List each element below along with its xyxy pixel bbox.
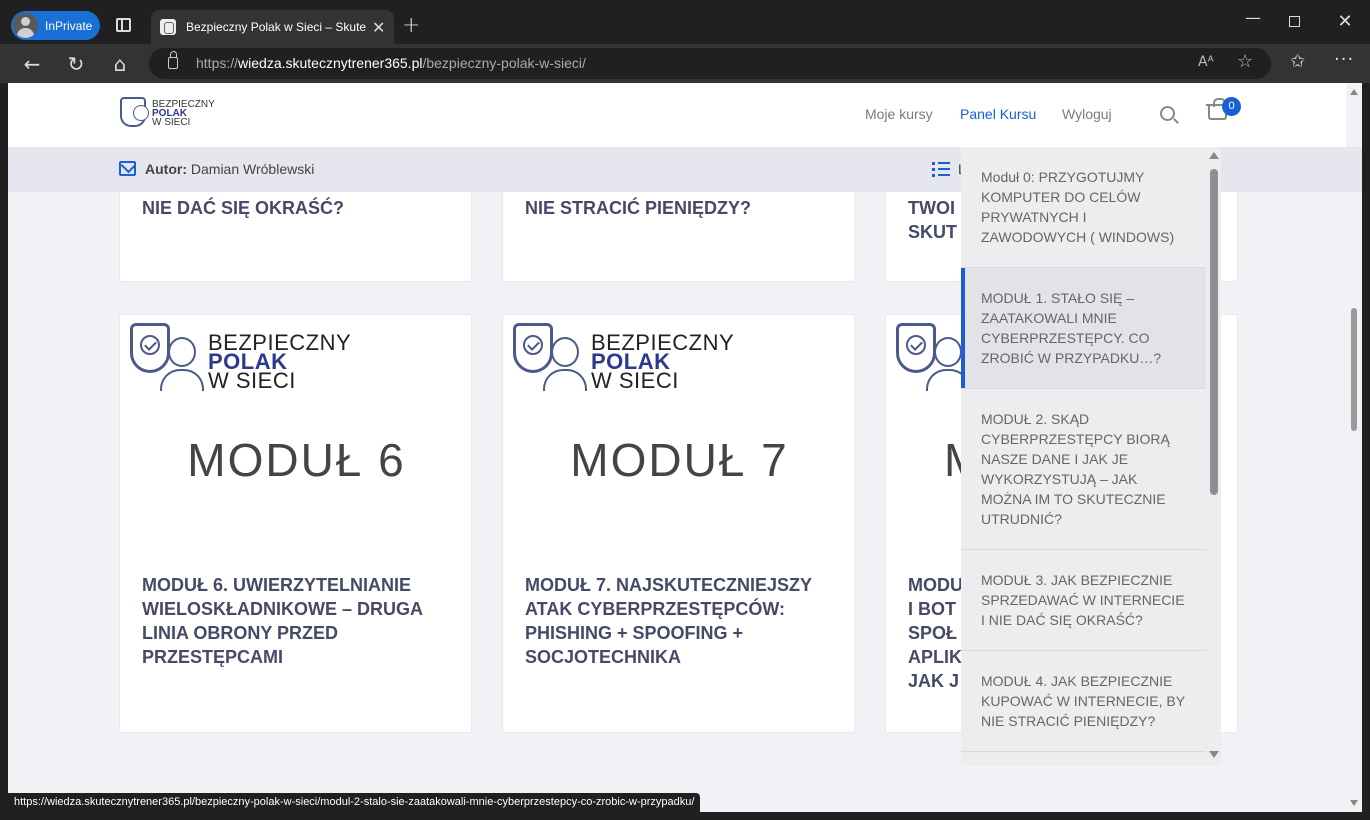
logo-line3: W SIECI bbox=[152, 116, 191, 128]
address-bar[interactable]: https://wiedza.skutecznytrener365.pl/bez… bbox=[149, 48, 1271, 79]
favorites-icon[interactable]: ✩ bbox=[1290, 51, 1305, 72]
page-viewport: BEZPIECZNY POLAK W SIECI Moje kursy Pane… bbox=[8, 83, 1362, 812]
thumbnail-logo: BEZPIECZNY POLAK W SIECI bbox=[513, 323, 734, 392]
card-title[interactable]: MODUŁ 6. UWIERZYTELNIANIE WIELOSKŁADNIKO… bbox=[142, 573, 457, 669]
address-url[interactable]: https://wiedza.skutecznytrener365.pl/bez… bbox=[196, 55, 586, 71]
inprivate-label: InPrivate bbox=[45, 18, 93, 33]
page-scroll-thumb[interactable] bbox=[1351, 308, 1357, 431]
browser-toolbar: ← ↻ ⌂ https://wiedza.skutecznytrener365.… bbox=[0, 44, 1370, 83]
card-title: TWOI SKUT bbox=[908, 198, 957, 242]
read-aloud-icon[interactable]: Aᴬ bbox=[1198, 54, 1214, 70]
module-thumbnail[interactable]: BEZPIECZNY POLAK W SIECI MODUŁ 7 bbox=[503, 315, 854, 544]
tab-favicon-icon bbox=[160, 19, 176, 35]
modules-list: Moduł 0: PRZYGOTUJMY KOMPUTER DO CELÓW P… bbox=[961, 147, 1206, 766]
card-title: NIE DAĆ SIĘ OKRAŚĆ? bbox=[142, 198, 345, 218]
back-icon[interactable]: ← bbox=[20, 52, 44, 76]
minimize-icon[interactable]: — bbox=[1243, 8, 1263, 27]
dropdown-scroll-thumb[interactable] bbox=[1210, 169, 1218, 495]
home-icon[interactable]: ⌂ bbox=[108, 52, 132, 76]
dropdown-module-item[interactable]: MODUŁ 2. SKĄD CYBERPRZESTĘPCY BIORĄ NASZ… bbox=[961, 389, 1206, 550]
search-icon[interactable] bbox=[1160, 106, 1175, 121]
site-header: BEZPIECZNY POLAK W SIECI Moje kursy Pane… bbox=[8, 83, 1362, 147]
dropdown-scrollbar[interactable] bbox=[1206, 147, 1221, 766]
lock-icon[interactable] bbox=[168, 51, 178, 69]
tab-actions-icon[interactable] bbox=[116, 18, 131, 32]
status-url-bar: https://wiedza.skutecznytrener365.pl/bez… bbox=[8, 793, 701, 813]
menu-moje-kursy[interactable]: Moje kursy bbox=[865, 106, 933, 122]
tab-close-icon[interactable]: ✕ bbox=[372, 18, 385, 37]
browser-titlebar: InPrivate Bezpieczny Polak w Sieci – Sku… bbox=[0, 0, 1370, 44]
page-scrollbar[interactable] bbox=[1346, 83, 1362, 812]
inprivate-badge[interactable]: InPrivate bbox=[11, 11, 100, 40]
card-title[interactable]: MODU I BOT SPOŁ APLIK JAK J bbox=[908, 573, 968, 693]
logo-shield-icon bbox=[120, 97, 149, 129]
module-card-6[interactable]: BEZPIECZNY POLAK W SIECI MODUŁ 6 MODUŁ 6. … bbox=[119, 314, 472, 733]
new-tab-icon[interactable]: + bbox=[402, 13, 420, 38]
site-logo[interactable]: BEZPIECZNY POLAK W SIECI bbox=[120, 97, 215, 129]
thumbnail-module-label: MODUŁ 7 bbox=[570, 434, 789, 486]
shield-person-icon bbox=[130, 323, 204, 391]
thumbnail-module-label: MODUŁ 6 bbox=[187, 434, 406, 486]
profile-avatar-icon bbox=[13, 13, 38, 38]
dropdown-module-item[interactable]: Moduł 0: PRZYGOTUJMY KOMPUTER DO CELÓW P… bbox=[961, 147, 1206, 268]
cart-count-badge: 0 bbox=[1222, 97, 1241, 116]
shield-person-icon bbox=[896, 323, 970, 391]
dropdown-module-item[interactable]: MODUŁ 3. JAK BEZPIECZNIE SPRZEDAWAĆ W IN… bbox=[961, 550, 1206, 651]
module-card-7[interactable]: BEZPIECZNY POLAK W SIECI MODUŁ 7 MODUŁ 7. … bbox=[502, 314, 855, 733]
course-modules-dropdown: Moduł 0: PRZYGOTUJMY KOMPUTER DO CELÓW P… bbox=[961, 147, 1221, 766]
dropdown-module-item[interactable]: MODUŁ 1. STAŁO SIĘ – ZAATAKOWALI MNIE CY… bbox=[961, 268, 1206, 389]
scroll-up-icon[interactable] bbox=[1350, 89, 1358, 95]
card-title[interactable]: MODUŁ 7. NAJSKUTECZNIEJSZY ATAK CYBERPRZ… bbox=[525, 573, 840, 669]
more-icon[interactable]: ··· bbox=[1334, 49, 1354, 70]
scroll-up-icon[interactable] bbox=[1209, 152, 1219, 159]
mail-icon bbox=[119, 161, 136, 176]
module-thumbnail[interactable]: BEZPIECZNY POLAK W SIECI MODUŁ 6 bbox=[120, 315, 471, 544]
author-text: Autor: Damian Wróblewski bbox=[145, 161, 315, 177]
menu-wyloguj[interactable]: Wyloguj bbox=[1062, 106, 1112, 122]
menu-panel-kursu[interactable]: Panel Kursu bbox=[960, 106, 1036, 122]
scroll-down-icon[interactable] bbox=[1209, 751, 1219, 758]
shield-person-icon bbox=[513, 323, 587, 391]
thumbnail-logo: BEZPIECZNY POLAK W SIECI bbox=[130, 323, 351, 392]
dropdown-module-item[interactable]: MODUŁ 4. JAK BEZPIECZNIE KUPOWAĆ W INTER… bbox=[961, 651, 1206, 752]
browser-tab[interactable]: Bezpieczny Polak w Sieci – Skutec ✕ bbox=[151, 10, 394, 44]
thumbnail-logo bbox=[896, 323, 970, 391]
tab-title: Bezpieczny Polak w Sieci – Skutec bbox=[186, 20, 366, 34]
maximize-icon[interactable] bbox=[1289, 16, 1300, 27]
card-title: NIE STRACIĆ PIENIĘDZY? bbox=[525, 198, 752, 218]
dropdown-module-item[interactable]: MODUŁ 5. HASŁA DOSTĘPU I bbox=[961, 752, 1206, 766]
favorite-star-icon[interactable]: ☆ bbox=[1237, 51, 1253, 72]
scroll-down-icon[interactable] bbox=[1350, 800, 1358, 806]
list-icon[interactable] bbox=[932, 161, 950, 177]
window-close-icon[interactable]: ✕ bbox=[1335, 11, 1355, 32]
reload-icon[interactable]: ↻ bbox=[64, 52, 88, 76]
